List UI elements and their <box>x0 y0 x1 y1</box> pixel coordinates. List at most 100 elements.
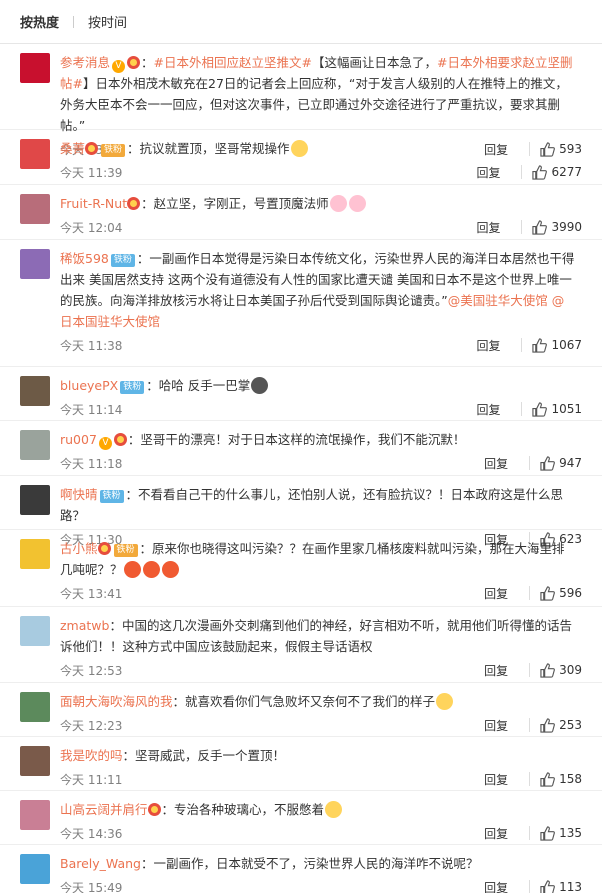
comment-body: Fruit-R-Nut ：赵立坚，字刚正，号置顶魔法师 今天 12:04 回复 3… <box>60 185 582 239</box>
reply-button[interactable]: 回复 <box>484 585 508 602</box>
tab-by-hot[interactable]: 按热度 <box>20 12 59 31</box>
fan-badge: 铁粉 <box>101 144 126 157</box>
divider <box>529 586 531 600</box>
username[interactable]: 面朝大海吹海风的我 <box>60 694 173 709</box>
avatar[interactable] <box>20 854 50 884</box>
thumbs-up-icon <box>540 585 555 601</box>
verified-icon: V <box>112 60 126 73</box>
like-count: 253 <box>559 718 582 732</box>
comment-item: 参考消息 V ：#日本外相回应赵立坚推文#【这幅画让日本急了，#日本外相要求赵立坚删… <box>0 44 602 157</box>
medal-icon <box>127 197 141 210</box>
username[interactable]: 稀饭598 <box>60 251 109 266</box>
avatar[interactable] <box>20 53 50 83</box>
like-button[interactable]: 309 <box>540 662 582 678</box>
reply-button[interactable]: 回复 <box>476 219 500 236</box>
comment-time: 今天 15:49 <box>60 880 123 893</box>
avatar[interactable] <box>20 376 50 406</box>
slap-emoji-icon <box>251 377 269 394</box>
comment-body: Barely_Wang：一副画作，日本就受不了，污染世界人民的海洋咋不说呢？ 今… <box>60 845 582 893</box>
comment-item: 面朝大海吹海风的我：就喜欢看你们气急败坏又奈何不了我们的样子 今天 12:23 … <box>0 683 602 737</box>
username[interactable]: 山高云阔并肩行 <box>60 802 148 817</box>
comment-meta: 今天 12:23 回复 253 <box>60 712 582 738</box>
comment-time: 今天 14:36 <box>60 826 123 841</box>
thumbs-up-icon <box>532 401 548 417</box>
comment-item: blueyePX 铁粉 ：哈哈 反手一巴掌 今天 11:14 回复 1051 <box>0 367 602 421</box>
avatar[interactable] <box>20 249 50 279</box>
comment-content: ：专治各种玻璃心，不服憋着 <box>161 802 325 817</box>
comment-body: 山高云阔并肩行 ：专治各种玻璃心，不服憋着 今天 14:36 回复 135 <box>60 791 582 844</box>
comment-time: 今天 12:53 <box>60 663 123 678</box>
reply-button[interactable]: 回复 <box>484 455 508 472</box>
comment-item: zmatwb：中国的这几次漫画外交刺痛到他们的神经，好言相劝不听，就用他们听得懂… <box>0 607 602 683</box>
like-button[interactable]: 596 <box>540 585 582 601</box>
username[interactable]: 我是吹的吗 <box>60 748 123 763</box>
comment-text: 参考消息 V ：#日本外相回应赵立坚推文#【这幅画让日本急了，#日本外相要求赵立坚删… <box>60 52 582 136</box>
comment-meta: 今天 11:38 回复 1067 <box>60 332 582 358</box>
reply-button[interactable]: 回复 <box>484 825 508 842</box>
avatar[interactable] <box>20 430 50 460</box>
comment-item: 啊快晴 铁粉 ：不看看自己干的什么事儿，还怕别人说，还有脸抗议？！日本政府这是什么思… <box>0 476 602 547</box>
comment-time: 今天 11:18 <box>60 456 123 471</box>
comment-content: ： <box>141 55 154 70</box>
like-button[interactable]: 1051 <box>532 401 582 417</box>
comment-item: ru007 V ：坚哥干的漂亮！对于日本这样的流氓操作，我们不能沉默！ 今天 11:… <box>0 421 602 476</box>
reply-button[interactable]: 回复 <box>476 164 500 181</box>
username[interactable]: ru007 <box>60 432 97 447</box>
avatar[interactable] <box>20 800 50 830</box>
thumbs-up-icon <box>540 455 555 471</box>
comment-item: 古小熊 铁粉 ：原来你也晓得这叫污染？？在画作里家几桶核废料就叫污染，那在大海里排几… <box>0 530 602 607</box>
comment-time: 今天 12:04 <box>60 220 123 235</box>
like-button[interactable]: 253 <box>540 717 582 733</box>
reply-button[interactable]: 回复 <box>484 771 508 788</box>
comment-text: Fruit-R-Nut ：赵立坚，字刚正，号置顶魔法师 <box>60 193 582 214</box>
username[interactable]: blueyePX <box>60 378 118 393</box>
username[interactable]: Barely_Wang <box>60 856 141 871</box>
like-button[interactable]: 947 <box>540 455 582 471</box>
username[interactable]: 啊快晴 <box>60 487 98 502</box>
avatar[interactable] <box>20 194 50 224</box>
username[interactable]: 参考消息 <box>60 55 110 70</box>
glasses-emoji-icon <box>290 140 308 157</box>
mention-link[interactable]: @美国驻华大使馆 <box>448 293 548 308</box>
avatar[interactable] <box>20 746 50 776</box>
comment-text: blueyePX 铁粉 ：哈哈 反手一巴掌 <box>60 375 582 396</box>
divider <box>529 772 531 786</box>
comment-text: 稀饭598 铁粉 ：一副画作日本觉得是污染日本传统文化，污染世界人民的海洋日本居然也… <box>60 248 582 332</box>
topic-link[interactable]: #日本外相回应赵立坚推文# <box>154 55 312 70</box>
reply-button[interactable]: 回复 <box>484 879 508 893</box>
like-button[interactable]: 135 <box>540 825 582 841</box>
avatar[interactable] <box>20 616 50 646</box>
comment-meta: 今天 14:36 回复 135 <box>60 820 582 846</box>
comment-time: 今天 11:14 <box>60 402 123 417</box>
comment-body: blueyePX 铁粉 ：哈哈 反手一巴掌 今天 11:14 回复 1051 <box>60 367 582 420</box>
avatar[interactable] <box>20 139 50 169</box>
username[interactable]: 桑菁 <box>60 141 85 156</box>
tab-by-time[interactable]: 按时间 <box>88 12 127 31</box>
comment-time: 今天 13:41 <box>60 586 123 601</box>
reply-button[interactable]: 回复 <box>484 717 508 734</box>
reply-button[interactable]: 回复 <box>476 337 500 354</box>
username[interactable]: zmatwb <box>60 618 109 633</box>
pig-emoji-icon <box>348 195 366 212</box>
fan-badge: 铁粉 <box>120 381 145 394</box>
avatar[interactable] <box>20 539 50 569</box>
comment-text: Barely_Wang：一副画作，日本就受不了，污染世界人民的海洋咋不说呢？ <box>60 853 582 874</box>
comment-body: ru007 V ：坚哥干的漂亮！对于日本这样的流氓操作，我们不能沉默！ 今天 11:… <box>60 421 582 475</box>
medal-icon <box>127 56 141 69</box>
avatar[interactable] <box>20 485 50 515</box>
comment-body: 面朝大海吹海风的我：就喜欢看你们气急败坏又奈何不了我们的样子 今天 12:23 … <box>60 683 582 736</box>
avatar[interactable] <box>20 692 50 722</box>
comment-text: 山高云阔并肩行 ：专治各种玻璃心，不服憋着 <box>60 799 582 820</box>
like-button[interactable]: 1067 <box>532 337 582 353</box>
reply-button[interactable]: 回复 <box>484 662 508 679</box>
like-button[interactable]: 3990 <box>532 219 582 235</box>
like-button[interactable]: 158 <box>540 771 582 787</box>
username[interactable]: Fruit-R-Nut <box>60 196 127 211</box>
like-button[interactable]: 6277 <box>532 164 582 180</box>
like-button[interactable]: 113 <box>540 879 582 893</box>
comment-time: 今天 11:11 <box>60 772 123 787</box>
reply-button[interactable]: 回复 <box>476 401 500 418</box>
comment-time: 今天 12:23 <box>60 718 123 733</box>
comment-content: ：抗议就置顶，坚哥常规操作 <box>127 141 290 156</box>
username[interactable]: 古小熊 <box>60 541 98 556</box>
